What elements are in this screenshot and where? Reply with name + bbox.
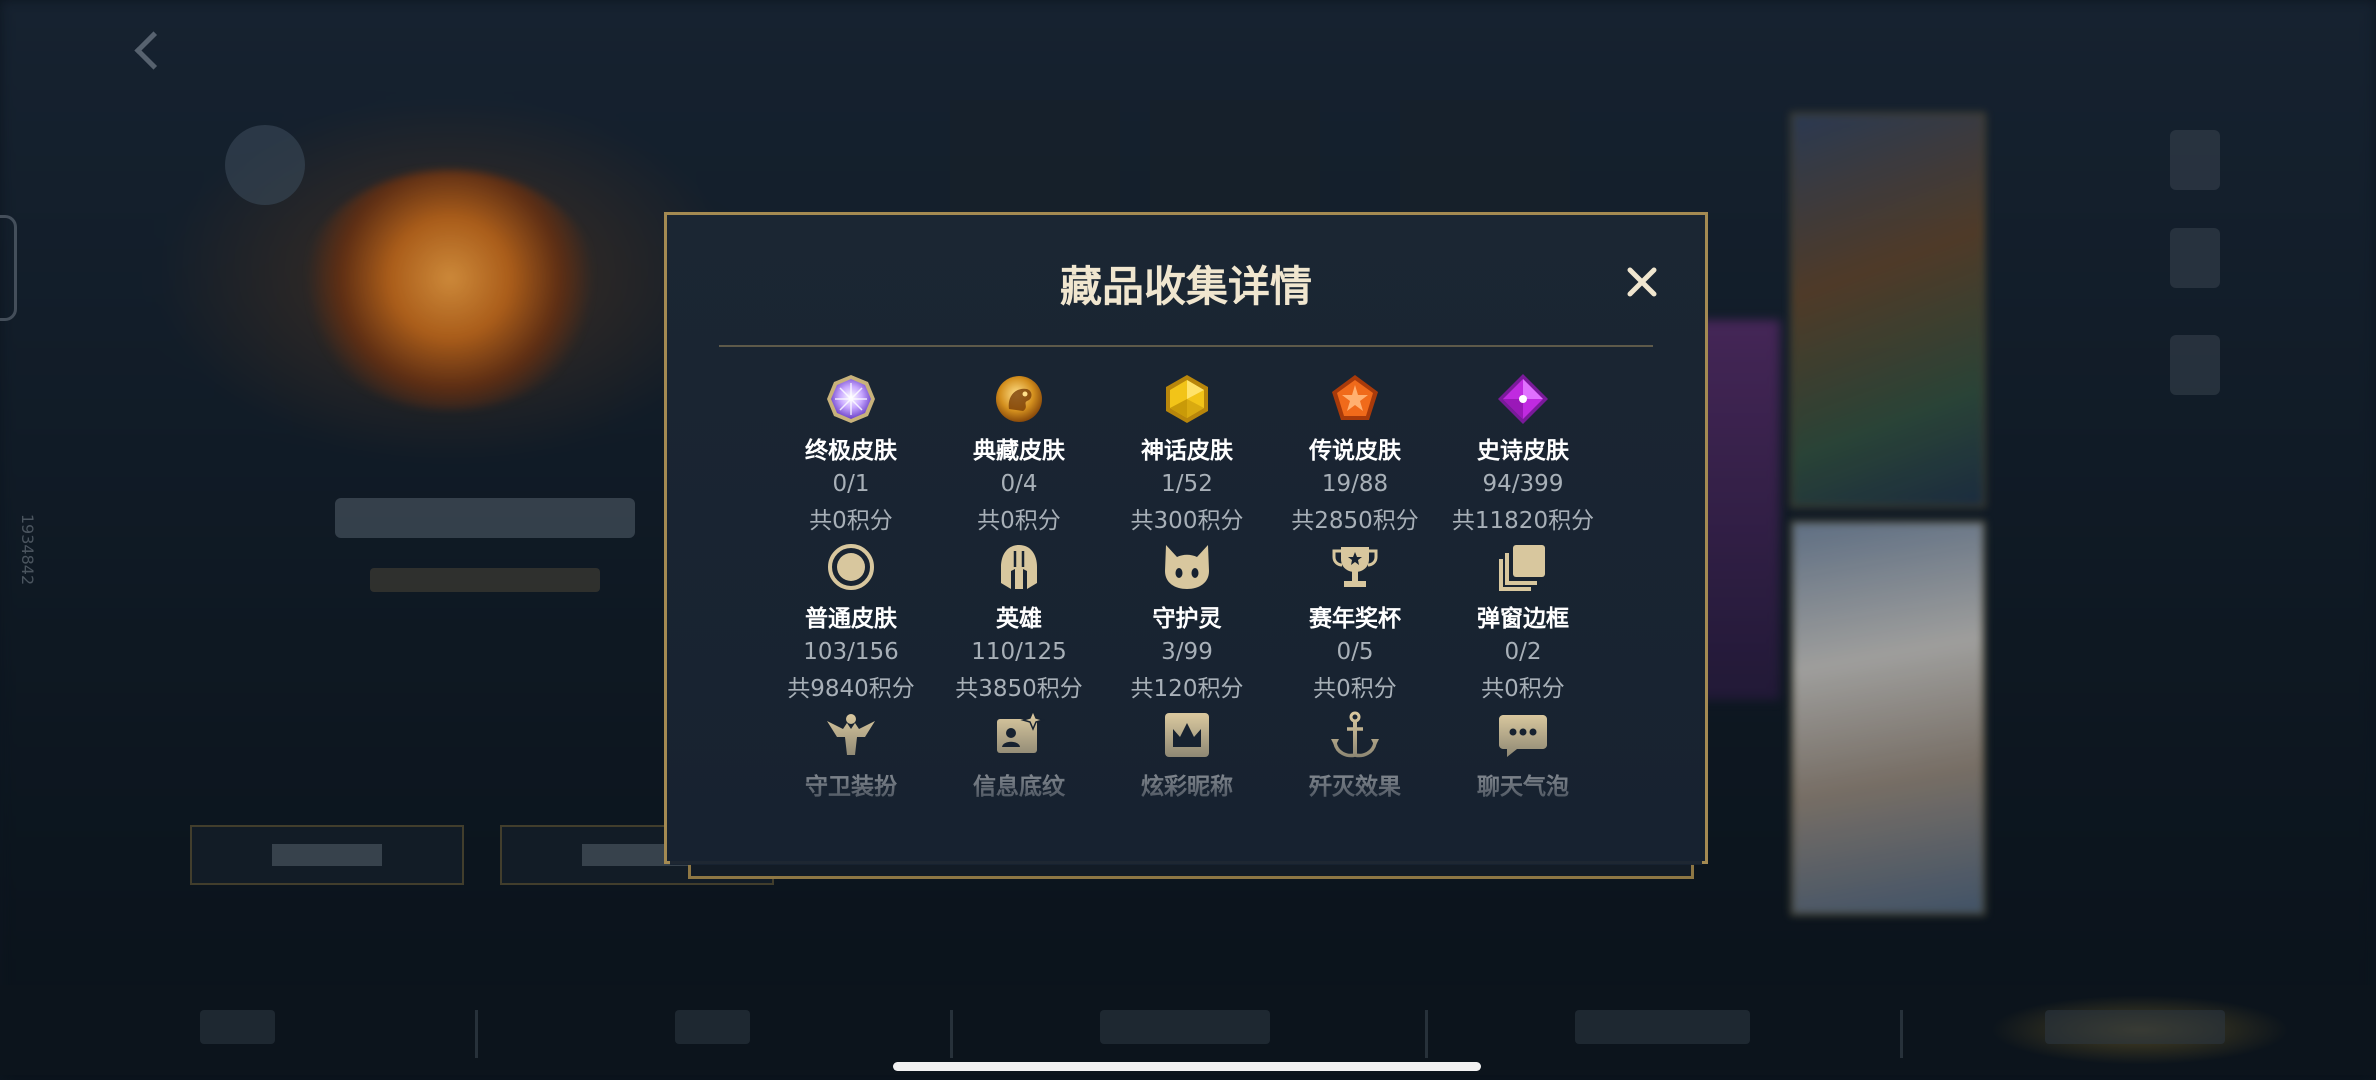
side-tab-handle[interactable] — [0, 215, 17, 321]
item-label: 弹窗边框 — [1477, 606, 1569, 632]
guardian-spirit-icon — [1165, 545, 1209, 589]
collection-item-legendary-skin[interactable]: 传说皮肤 19/88 共2850积分 — [1271, 373, 1439, 534]
item-count: 0/4 — [1000, 471, 1038, 497]
modal-title: 藏品收集详情 — [1059, 262, 1312, 311]
mythic-skin-icon — [1166, 375, 1208, 423]
item-label: 守卫装扮 — [805, 774, 897, 800]
close-icon — [1627, 267, 1657, 297]
player-subtitle-placeholder — [370, 568, 600, 592]
item-label: 英雄 — [996, 606, 1042, 632]
colorful-nickname-icon — [1165, 713, 1209, 757]
collection-item-season-trophy[interactable]: 赛年奖杯 0/5 共0积分 — [1271, 541, 1439, 702]
collection-item-info-background[interactable]: 信息底纹 — [935, 709, 1103, 861]
collection-item-colorful-nickname[interactable]: 炫彩昵称 — [1103, 709, 1271, 861]
bottom-tab-4[interactable] — [1575, 1010, 1750, 1044]
item-label: 普通皮肤 — [805, 606, 897, 632]
home-indicator[interactable] — [893, 1062, 1481, 1071]
collection-item-mythic-skin[interactable]: 神话皮肤 1/52 共300积分 — [1103, 373, 1271, 534]
collection-details-modal: 藏品收集详情 终极皮肤 0/1 共0积分 典藏皮肤 0/4 共0积分 神话皮肤 … — [664, 212, 1708, 865]
item-label: 歼灭效果 — [1309, 774, 1401, 800]
bg-action-button-1[interactable] — [190, 825, 464, 885]
item-label: 聊天气泡 — [1477, 774, 1569, 800]
bottom-tab-2[interactable] — [675, 1010, 750, 1044]
bg-right-icon-2[interactable] — [2170, 228, 2220, 288]
bg-right-icon-1[interactable] — [2170, 130, 2220, 190]
side-id-text: 1934842 — [18, 513, 38, 586]
player-name-placeholder — [335, 498, 635, 538]
bg-right-icon-3[interactable] — [2170, 335, 2220, 395]
item-count: 3/99 — [1161, 639, 1213, 665]
close-button[interactable] — [1617, 257, 1667, 307]
collection-item-hero[interactable]: 英雄 110/125 共3850积分 — [935, 541, 1103, 702]
tab-separator — [475, 1010, 478, 1058]
item-points: 共120积分 — [1130, 676, 1244, 702]
item-points: 共0积分 — [977, 508, 1061, 534]
item-label: 守护灵 — [1152, 606, 1222, 632]
bottom-tab-3[interactable] — [1100, 1010, 1270, 1044]
item-count: 19/88 — [1321, 471, 1389, 497]
bg-skin-card-bottom[interactable] — [1790, 520, 1986, 916]
hero-helmet-icon — [1001, 545, 1037, 589]
tab-separator — [950, 1010, 953, 1058]
item-label: 炫彩昵称 — [1141, 774, 1233, 800]
item-points: 共300积分 — [1130, 508, 1244, 534]
item-label: 终极皮肤 — [805, 438, 897, 464]
tab-separator — [1425, 1010, 1428, 1058]
chat-bubble-icon — [1499, 715, 1547, 757]
collection-item-epic-skin[interactable]: 史诗皮肤 94/399 共11820积分 — [1439, 373, 1607, 534]
item-points: 共9840积分 — [787, 676, 915, 702]
item-label: 传说皮肤 — [1309, 438, 1401, 464]
collection-item-kill-effect[interactable]: 歼灭效果 — [1271, 709, 1439, 861]
item-points: 共3850积分 — [955, 676, 1083, 702]
back-chevron-icon — [134, 30, 173, 70]
title-divider — [719, 345, 1653, 347]
collection-skin-icon — [996, 376, 1042, 422]
legendary-skin-icon — [1332, 375, 1378, 420]
item-points: 共11820积分 — [1451, 508, 1595, 534]
item-points: 共0积分 — [809, 508, 893, 534]
bottom-tab-5[interactable] — [2045, 1010, 2225, 1044]
collection-item-popup-frame[interactable]: 弹窗边框 0/2 共0积分 — [1439, 541, 1607, 702]
item-count: 0/2 — [1504, 639, 1542, 665]
item-count: 0/1 — [832, 471, 870, 497]
item-label: 神话皮肤 — [1141, 438, 1233, 464]
collection-item-normal-skin[interactable]: 普通皮肤 103/156 共9840积分 — [767, 541, 935, 702]
collection-item-collection-skin[interactable]: 典藏皮肤 0/4 共0积分 — [935, 373, 1103, 534]
item-points: 共2850积分 — [1291, 508, 1419, 534]
collection-grid: 终极皮肤 0/1 共0积分 典藏皮肤 0/4 共0积分 神话皮肤 1/52 共3… — [767, 373, 1607, 861]
item-count: 0/5 — [1336, 639, 1374, 665]
bottom-tab-1[interactable] — [200, 1010, 275, 1044]
back-button[interactable] — [134, 25, 340, 75]
item-label: 典藏皮肤 — [973, 438, 1065, 464]
popup-frame-icon — [1499, 545, 1545, 591]
item-label: 信息底纹 — [973, 774, 1065, 800]
collection-item-ultimate-skin[interactable]: 终极皮肤 0/1 共0积分 — [767, 373, 935, 534]
emblem-orb-image — [300, 170, 600, 410]
avatar[interactable] — [225, 125, 305, 205]
item-count: 103/156 — [803, 639, 899, 665]
kill-effect-icon — [1331, 711, 1379, 758]
season-trophy-icon — [1332, 547, 1378, 587]
item-label: 史诗皮肤 — [1477, 438, 1569, 464]
normal-skin-icon — [828, 544, 874, 590]
item-count: 94/399 — [1482, 471, 1564, 497]
collection-item-guardian-spirit[interactable]: 守护灵 3/99 共120积分 — [1103, 541, 1271, 702]
item-label: 赛年奖杯 — [1309, 606, 1401, 632]
item-count: 110/125 — [971, 639, 1067, 665]
info-background-icon — [997, 709, 1045, 753]
epic-skin-icon — [1498, 374, 1548, 424]
item-count: 1/52 — [1161, 471, 1213, 497]
guard-outfit-icon — [827, 714, 875, 755]
bg-skin-card-top[interactable] — [1790, 112, 1986, 508]
collection-item-chat-bubble[interactable]: 聊天气泡 — [1439, 709, 1607, 861]
item-points: 共0积分 — [1313, 676, 1397, 702]
ultimate-skin-icon — [827, 375, 875, 423]
collection-item-guard-outfit[interactable]: 守卫装扮 — [767, 709, 935, 861]
item-points: 共0积分 — [1481, 676, 1565, 702]
tab-separator — [1900, 1010, 1903, 1058]
